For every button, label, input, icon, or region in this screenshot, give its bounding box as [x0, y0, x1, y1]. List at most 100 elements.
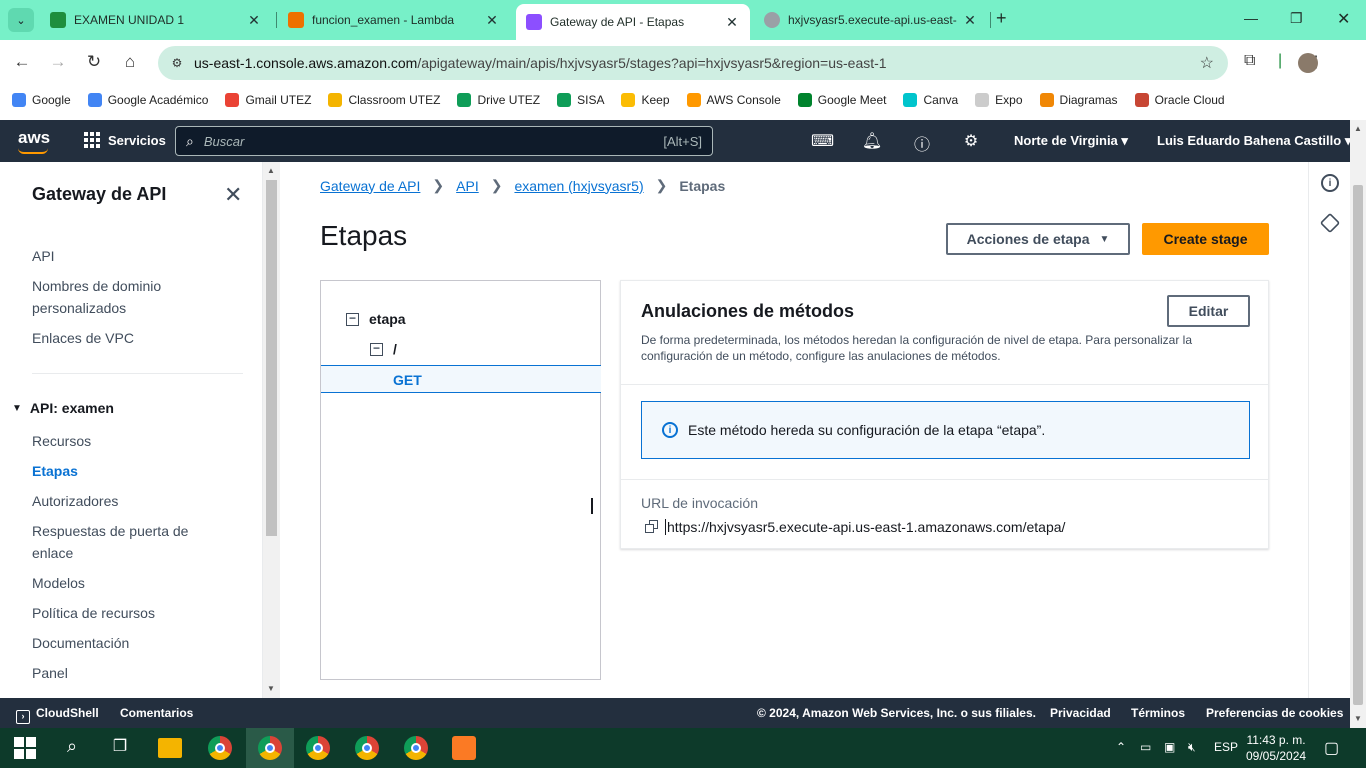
- user-menu[interactable]: Luis Eduardo Bahena Castillo ▾: [1157, 133, 1351, 149]
- file-explorer-icon[interactable]: [158, 738, 182, 758]
- bookmark-item[interactable]: Google: [12, 93, 71, 107]
- cookie-preferences-link[interactable]: Preferencias de cookies: [1206, 706, 1343, 720]
- edit-button[interactable]: Editar: [1167, 295, 1250, 327]
- sidebar-item-stages[interactable]: Etapas: [32, 460, 232, 482]
- language-indicator[interactable]: ESP: [1214, 740, 1238, 754]
- back-icon[interactable]: ←: [10, 52, 34, 72]
- sidebar-item-resource-policy[interactable]: Política de recursos: [32, 602, 232, 624]
- chrome-icon[interactable]: [258, 736, 282, 760]
- collapse-icon[interactable]: −: [370, 342, 383, 356]
- close-tab-icon[interactable]: ✕: [724, 14, 740, 31]
- sidebar-item-custom-domains[interactable]: Nombres de dominio personalizados: [32, 275, 232, 319]
- reload-icon[interactable]: ↻: [82, 52, 106, 72]
- breadcrumb-api[interactable]: API: [456, 178, 479, 194]
- task-view-icon[interactable]: ❐: [108, 736, 132, 760]
- panel-resize-handle[interactable]: [591, 498, 595, 514]
- scroll-up-icon[interactable]: ▲: [267, 166, 275, 175]
- sidebar-item-authorizers[interactable]: Autorizadores: [32, 490, 232, 512]
- bookmark-item[interactable]: SISA: [557, 93, 604, 107]
- browser-tab-4[interactable]: hxjvsyasr5.execute-api.us-east- ✕: [754, 6, 988, 34]
- sidenav-scrollbar[interactable]: ▲ ▼: [263, 162, 280, 698]
- sidebar-section-api-examen[interactable]: ▼ API: examen: [12, 400, 114, 416]
- sidebar-item-documentation[interactable]: Documentación: [32, 632, 232, 654]
- close-tab-icon[interactable]: ✕: [962, 12, 978, 29]
- sidebar-item-resources[interactable]: Recursos: [32, 430, 232, 452]
- scroll-down-icon[interactable]: ▼: [267, 684, 275, 693]
- invoke-url-link[interactable]: https://hxjvsyasr5.execute-api.us-east-1…: [665, 519, 1065, 535]
- notifications-bell-icon[interactable]: 🔔︎: [861, 131, 883, 151]
- create-stage-button[interactable]: Create stage: [1142, 223, 1269, 255]
- notification-center-icon[interactable]: ▢: [1324, 738, 1339, 758]
- close-icon[interactable]: ✕: [224, 182, 242, 208]
- xampp-icon[interactable]: [452, 736, 476, 760]
- scroll-up-icon[interactable]: ▲: [1354, 124, 1362, 133]
- bookmark-item[interactable]: Google Meet: [797, 93, 886, 107]
- site-info-icon[interactable]: ⚙: [168, 54, 186, 72]
- support-icon[interactable]: [1319, 212, 1341, 234]
- collapse-icon[interactable]: −: [346, 312, 359, 326]
- bookmark-item[interactable]: AWS Console: [686, 93, 781, 107]
- minimize-icon[interactable]: —: [1244, 10, 1258, 26]
- bookmark-item[interactable]: Canva: [903, 93, 958, 107]
- bookmark-item[interactable]: Classroom UTEZ: [328, 93, 440, 107]
- cloudshell-button[interactable]: › CloudShell: [16, 706, 99, 724]
- info-panel-icon[interactable]: i: [1321, 174, 1339, 192]
- scrollbar-thumb[interactable]: [1353, 185, 1363, 705]
- stage-actions-button[interactable]: Acciones de etapa ▼: [946, 223, 1130, 255]
- cloudshell-icon[interactable]: ⌨: [811, 131, 834, 151]
- bookmark-item[interactable]: Drive UTEZ: [457, 93, 540, 107]
- close-tab-icon[interactable]: ✕: [246, 12, 262, 29]
- tree-node-resource[interactable]: − /: [370, 341, 397, 357]
- browser-tab-1[interactable]: EXAMEN UNIDAD 1 ✕: [40, 6, 272, 34]
- bookmark-item[interactable]: Gmail UTEZ: [225, 93, 311, 107]
- bookmark-item[interactable]: Google Académico: [87, 93, 208, 107]
- sidebar-item-api[interactable]: API: [32, 245, 232, 267]
- volume-muted-icon[interactable]: 🔇︎: [1188, 740, 1196, 755]
- chrome-icon[interactable]: [404, 736, 428, 760]
- tray-chevron-icon[interactable]: ⌃: [1116, 740, 1126, 754]
- close-window-icon[interactable]: ✕: [1337, 9, 1350, 29]
- terms-link[interactable]: Términos: [1131, 706, 1185, 720]
- restore-icon[interactable]: ❐: [1290, 10, 1303, 27]
- tree-node-stage[interactable]: − etapa: [346, 311, 406, 327]
- copy-icon[interactable]: [645, 520, 659, 534]
- new-tab-icon[interactable]: +: [996, 8, 1007, 29]
- sidebar-item-vpc-links[interactable]: Enlaces de VPC: [32, 327, 232, 349]
- breadcrumb-examen[interactable]: examen (hxjvsyasr5): [514, 178, 643, 194]
- region-selector[interactable]: Norte de Virginia ▾: [1014, 133, 1128, 149]
- browser-tab-3-active[interactable]: Gateway de API - Etapas ✕: [516, 4, 750, 40]
- help-icon[interactable]: ⓘ: [911, 131, 933, 155]
- home-icon[interactable]: ⌂: [118, 52, 142, 72]
- bookmark-item[interactable]: Expo: [975, 93, 1023, 107]
- search-icon[interactable]: ⌕: [60, 736, 84, 760]
- feedback-link[interactable]: Comentarios: [120, 706, 193, 720]
- chrome-icon[interactable]: [355, 736, 379, 760]
- sidebar-item-dashboard[interactable]: Panel: [32, 662, 232, 684]
- scrollbar-thumb[interactable]: [266, 180, 277, 536]
- battery-icon[interactable]: ▭: [1140, 740, 1151, 754]
- profile-avatar[interactable]: [1298, 53, 1318, 73]
- bookmark-item[interactable]: Diagramas: [1039, 93, 1118, 107]
- forward-icon[interactable]: →: [46, 52, 70, 72]
- bookmark-star-icon[interactable]: ☆: [1200, 53, 1214, 73]
- sidebar-item-gateway-responses[interactable]: Respuestas de puerta de enlace: [32, 520, 202, 564]
- chrome-icon[interactable]: [208, 736, 232, 760]
- tab-search-button[interactable]: ⌄: [8, 8, 34, 32]
- tree-node-method-selected[interactable]: GET: [321, 365, 601, 393]
- extensions-icon[interactable]: ⧉: [1244, 52, 1255, 70]
- browser-tab-2[interactable]: funcion_examen - Lambda ✕: [278, 6, 510, 34]
- settings-gear-icon[interactable]: ⚙: [960, 131, 982, 151]
- system-clock[interactable]: 11:43 p. m. 09/05/2024: [1246, 732, 1306, 764]
- aws-search-box[interactable]: ⌕ [Alt+S]: [175, 126, 713, 156]
- close-tab-icon[interactable]: ✕: [484, 12, 500, 29]
- chrome-icon[interactable]: [306, 736, 330, 760]
- aws-logo[interactable]: aws: [18, 128, 50, 148]
- search-input[interactable]: [203, 133, 634, 149]
- privacy-link[interactable]: Privacidad: [1050, 706, 1111, 720]
- bookmark-item[interactable]: Oracle Cloud: [1134, 93, 1225, 107]
- address-bar[interactable]: ⚙ us-east-1.console.aws.amazon.com/apiga…: [158, 46, 1228, 80]
- sidebar-item-models[interactable]: Modelos: [32, 572, 232, 594]
- services-menu[interactable]: Servicios: [84, 132, 166, 148]
- windows-start-icon[interactable]: [14, 737, 36, 759]
- breadcrumb-gateway[interactable]: Gateway de API: [320, 178, 420, 194]
